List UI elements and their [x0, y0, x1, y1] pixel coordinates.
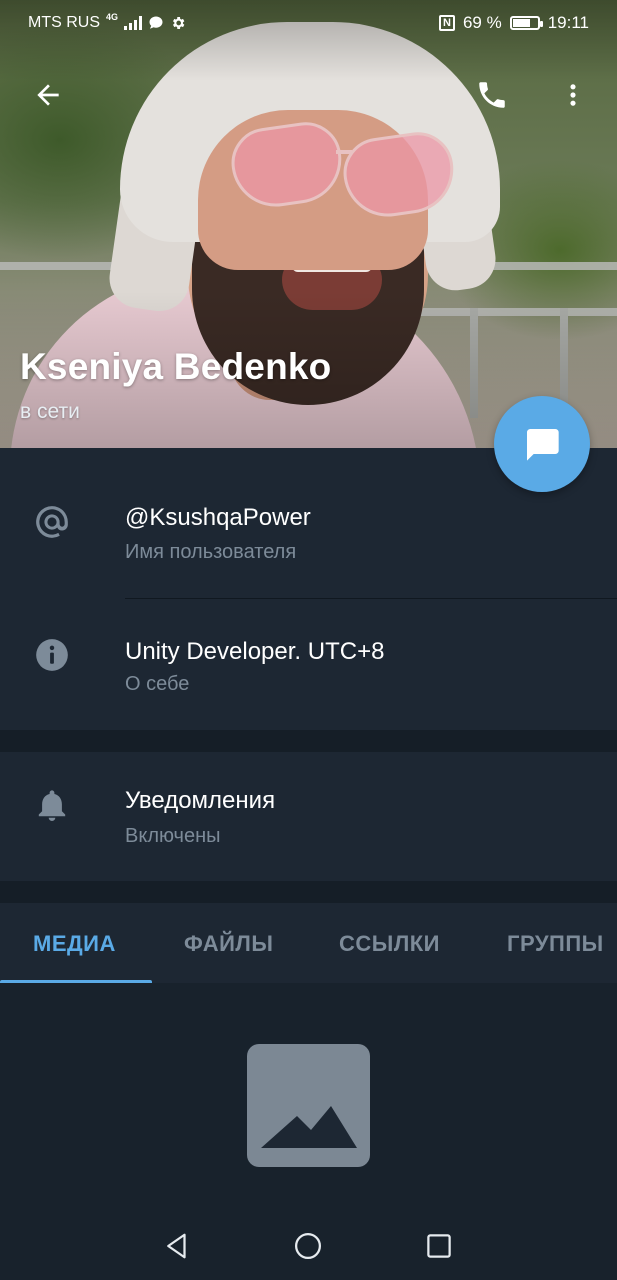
bio-value: Unity Developer. UTC+8	[125, 638, 385, 665]
phone-icon	[479, 82, 505, 108]
bio-caption: О себе	[125, 673, 190, 695]
circle-home-icon	[295, 1233, 321, 1259]
status-bar: MTS RUS 4G N 69 % 19:11	[0, 0, 617, 46]
back-button[interactable]	[20, 70, 76, 120]
nav-recents-button[interactable]	[417, 1224, 461, 1268]
profile-toolbar	[0, 56, 617, 132]
battery-level	[512, 19, 530, 27]
call-button[interactable]	[464, 70, 520, 120]
bell-icon	[30, 784, 74, 828]
tab-media[interactable]: МЕДИА	[33, 931, 116, 957]
more-button[interactable]	[548, 70, 598, 120]
more-vertical-icon	[570, 84, 576, 106]
username-caption: Имя пользователя	[125, 541, 297, 563]
section-gap	[0, 730, 617, 752]
section-gap	[0, 881, 617, 903]
settings-icon	[173, 17, 185, 29]
signal-icon	[124, 16, 143, 30]
image-icon	[247, 1044, 370, 1167]
notifications-value: Включены	[125, 825, 221, 847]
clock: 19:11	[547, 13, 589, 32]
tab-links[interactable]: ССЫЛКИ	[339, 931, 440, 957]
triangle-back-icon	[167, 1233, 186, 1259]
media-tabs: МЕДИА ФАЙЛЫ ССЫЛКИ ГРУППЫ	[0, 903, 617, 984]
tab-groups[interactable]: ГРУППЫ	[507, 931, 604, 957]
nav-home-button[interactable]	[286, 1224, 330, 1268]
notifications-row[interactable]: Уведомления Включены	[0, 752, 617, 881]
nfc-icon: N	[438, 15, 455, 31]
at-sign-icon	[30, 500, 74, 544]
nav-back-button[interactable]	[155, 1224, 199, 1268]
online-status: в сети	[20, 400, 80, 423]
chat-bubble-icon	[527, 429, 559, 461]
carrier-name: MTS RUS	[28, 14, 100, 31]
battery-percent: 69 %	[462, 13, 502, 32]
send-message-button[interactable]	[494, 396, 590, 492]
battery-icon	[509, 16, 543, 30]
tab-files[interactable]: ФАЙЛЫ	[184, 931, 273, 957]
square-recents-icon	[427, 1234, 451, 1258]
username-value: @KsushqaPower	[125, 504, 311, 531]
profile-name: Kseniya Bedenko	[20, 346, 332, 387]
bio-row[interactable]: Unity Developer. UTC+8 О себе	[0, 599, 617, 730]
message-notification-icon	[149, 16, 163, 29]
network-type: 4G	[106, 12, 119, 22]
arrow-left-icon	[37, 84, 59, 106]
info-icon	[30, 633, 74, 677]
notifications-title: Уведомления	[125, 787, 276, 814]
system-nav-bar	[0, 1210, 617, 1280]
